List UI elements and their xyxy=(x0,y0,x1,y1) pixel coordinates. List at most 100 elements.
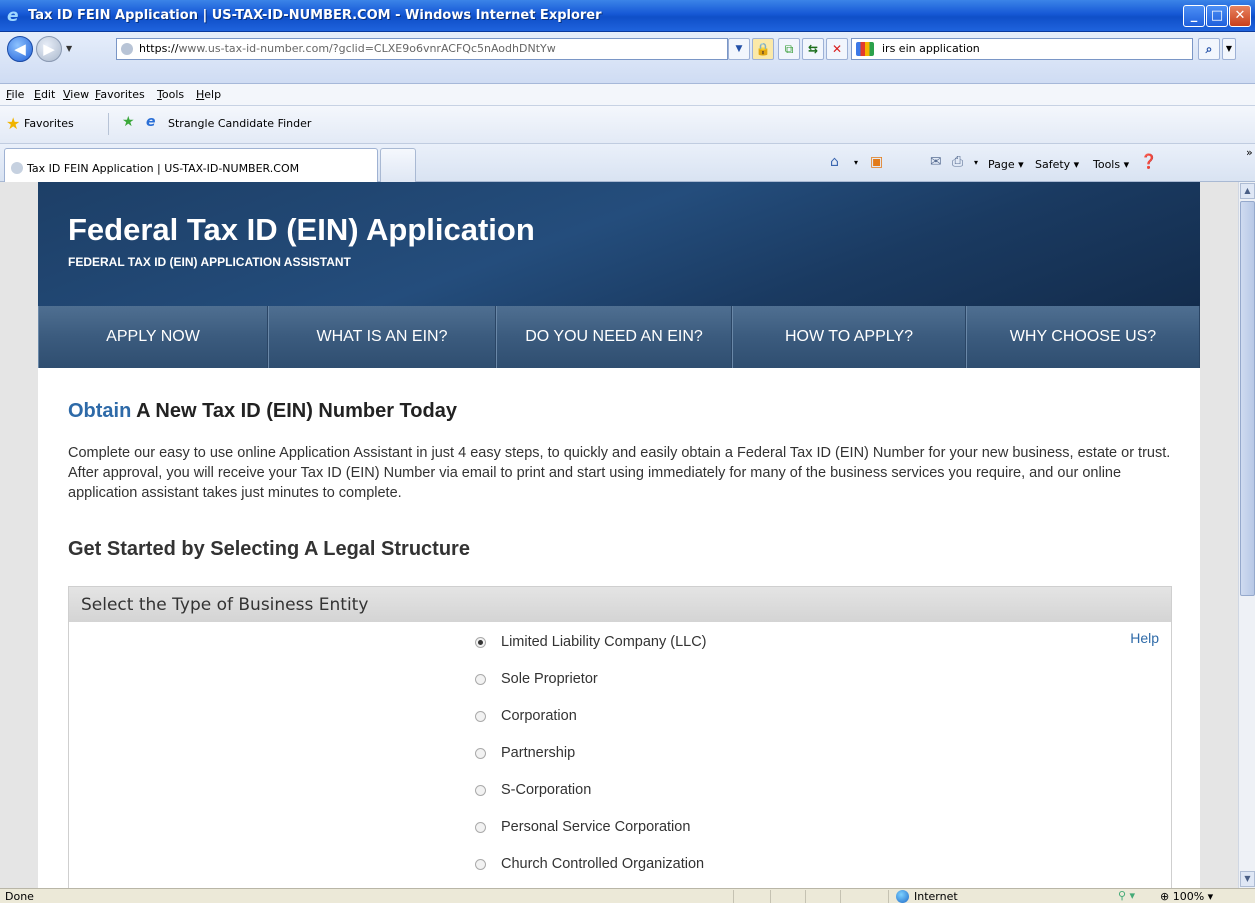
page-heading: Obtain A New Tax ID (EIN) Number Today xyxy=(68,400,457,423)
more-commands-icon[interactable]: » xyxy=(1246,146,1253,159)
print-dropdown-icon[interactable]: ▾ xyxy=(974,158,978,167)
menu-file[interactable]: File xyxy=(6,88,24,101)
status-divider xyxy=(888,890,889,903)
nav-do-you-need-ein[interactable]: DO YOU NEED AN EIN? xyxy=(496,306,732,368)
radio-button[interactable] xyxy=(475,674,486,685)
vertical-scrollbar[interactable]: ▲ ▼ xyxy=(1238,182,1255,888)
maximize-button[interactable]: □ xyxy=(1206,5,1228,27)
back-button[interactable]: ◀ xyxy=(7,36,33,62)
tools-menu[interactable]: Tools ▾ xyxy=(1093,158,1129,171)
heading-accent: Obtain xyxy=(68,400,132,422)
ie-logo-icon: e xyxy=(7,6,19,26)
url-path: /?gclid=CLXE9o6vnrACFQc5nAodhDNtYw xyxy=(329,42,556,55)
radio-button[interactable] xyxy=(475,748,486,759)
lock-icon[interactable]: 🔒 xyxy=(752,38,774,60)
page-menu[interactable]: Page ▾ xyxy=(988,158,1024,171)
close-button[interactable]: ✕ xyxy=(1229,5,1251,27)
menu-view[interactable]: View xyxy=(63,88,89,101)
entity-selection-box: Select the Type of Business Entity Help … xyxy=(68,586,1172,888)
security-zone[interactable]: Internet xyxy=(914,890,958,903)
search-provider-icon xyxy=(856,42,874,56)
section-heading: Get Started by Selecting A Legal Structu… xyxy=(68,538,470,560)
help-icon[interactable]: ❓ xyxy=(1140,154,1157,170)
address-input[interactable]: https://www.us-tax-id-number.com/?gclid=… xyxy=(116,38,728,60)
address-toolbar: ◀ ▶ ▼ https://www.us-tax-id-number.com/?… xyxy=(0,32,1255,84)
separator xyxy=(108,113,109,135)
entity-label: Corporation xyxy=(501,708,577,724)
scroll-down-icon[interactable]: ▼ xyxy=(1240,871,1255,887)
intro-paragraph: Complete our easy to use online Applicat… xyxy=(68,445,1171,501)
site-subtitle: FEDERAL TAX ID (EIN) APPLICATION ASSISTA… xyxy=(68,255,351,269)
radio-button[interactable] xyxy=(475,711,486,722)
search-value: irs ein application xyxy=(882,42,980,55)
menu-help[interactable]: Help xyxy=(196,88,221,101)
favorites-star-icon[interactable]: ★ xyxy=(6,114,20,133)
feeds-icon[interactable]: ▣ xyxy=(870,154,883,170)
menu-tools[interactable]: Tools xyxy=(157,88,184,101)
scroll-thumb[interactable] xyxy=(1240,201,1255,596)
menu-favorites[interactable]: Favorites xyxy=(95,88,145,101)
window-title-bar: e Tax ID FEIN Application | US-TAX-ID-NU… xyxy=(0,0,1255,32)
read-mail-icon[interactable]: ✉ xyxy=(930,154,942,170)
search-input[interactable]: irs ein application xyxy=(851,38,1193,60)
print-icon[interactable]: ⎙ xyxy=(952,154,963,170)
entity-box-title: Select the Type of Business Entity xyxy=(69,587,1171,622)
heading-rest: A New Tax ID (EIN) Number Today xyxy=(131,400,457,422)
new-tab-button[interactable] xyxy=(380,148,416,182)
radio-button[interactable] xyxy=(475,859,486,870)
radio-button[interactable] xyxy=(475,637,486,648)
tab-active[interactable]: Tax ID FEIN Application | US-TAX-ID-NUMB… xyxy=(4,148,378,182)
entity-label: Partnership xyxy=(501,745,576,761)
nav-what-is-ein[interactable]: WHAT IS AN EIN? xyxy=(268,306,496,368)
compatibility-view-icon[interactable]: ⧉ xyxy=(778,38,800,60)
favorite-link[interactable]: Strangle Candidate Finder xyxy=(168,117,311,130)
status-divider xyxy=(805,890,806,903)
nav-apply-now[interactable]: APPLY NOW xyxy=(38,306,268,368)
help-link[interactable]: Help xyxy=(1130,630,1159,646)
url-host: www.us-tax-id-number.com xyxy=(178,42,330,55)
recent-pages-dropdown-icon[interactable]: ▼ xyxy=(66,44,72,53)
entity-label: Sole Proprietor xyxy=(501,671,598,687)
radio-button[interactable] xyxy=(475,785,486,796)
site-header: Federal Tax ID (EIN) Application FEDERAL… xyxy=(38,182,1200,306)
entity-label: Personal Service Corporation xyxy=(501,819,691,835)
zoom-level[interactable]: ⊕ 100% ▾ xyxy=(1160,890,1213,903)
status-divider xyxy=(770,890,771,903)
address-dropdown-icon[interactable]: ▼ xyxy=(728,38,750,60)
forward-button[interactable]: ▶ xyxy=(36,36,62,62)
scroll-up-icon[interactable]: ▲ xyxy=(1240,183,1255,199)
url-prefix: https:// xyxy=(139,42,179,55)
refresh-icon[interactable]: ⇆ xyxy=(802,38,824,60)
nav-why-choose-us[interactable]: WHY CHOOSE US? xyxy=(966,306,1200,368)
main-content: Obtain A New Tax ID (EIN) Number Today C… xyxy=(38,368,1200,888)
ie-page-icon: e xyxy=(146,114,156,130)
favorites-button[interactable]: Favorites xyxy=(24,117,74,130)
entity-label: S-Corporation xyxy=(501,782,592,798)
site-title: Federal Tax ID (EIN) Application xyxy=(68,212,535,247)
favorites-bar: ★ Favorites ★ e Strangle Candidate Finde… xyxy=(0,106,1255,144)
minimize-button[interactable]: _ xyxy=(1183,5,1205,27)
tab-bar: Tax ID FEIN Application | US-TAX-ID-NUMB… xyxy=(0,144,1255,182)
menu-bar: File Edit View Favorites Tools Help xyxy=(0,84,1255,106)
internet-zone-icon xyxy=(896,890,909,903)
site-nav: APPLY NOW WHAT IS AN EIN? DO YOU NEED AN… xyxy=(38,306,1200,368)
search-options-dropdown-icon[interactable]: ▼ xyxy=(1222,38,1236,60)
tab-title: Tax ID FEIN Application | US-TAX-ID-NUMB… xyxy=(27,162,300,175)
zoom-value: 100% xyxy=(1172,890,1205,903)
radio-button[interactable] xyxy=(475,822,486,833)
home-dropdown-icon[interactable]: ▾ xyxy=(854,158,858,167)
status-bar: Done Internet ⚲ ▾ ⊕ 100% ▾ xyxy=(0,888,1255,903)
search-icon[interactable]: ⌕ xyxy=(1198,38,1220,60)
nav-how-to-apply[interactable]: HOW TO APPLY? xyxy=(732,306,966,368)
window-title: Tax ID FEIN Application | US-TAX-ID-NUMB… xyxy=(28,8,602,23)
tab-favicon-icon xyxy=(11,162,23,174)
stop-icon[interactable]: ✕ xyxy=(826,38,848,60)
add-to-favorites-icon[interactable]: ★ xyxy=(122,114,135,130)
entity-label: Limited Liability Company (LLC) xyxy=(501,634,707,650)
page-icon xyxy=(121,43,133,55)
menu-edit[interactable]: Edit xyxy=(34,88,55,101)
home-icon[interactable]: ⌂ xyxy=(830,154,839,170)
entity-label: Church Controlled Organization xyxy=(501,856,705,872)
safety-menu[interactable]: Safety ▾ xyxy=(1035,158,1079,171)
protected-mode-icon[interactable]: ⚲ ▾ xyxy=(1118,889,1135,902)
